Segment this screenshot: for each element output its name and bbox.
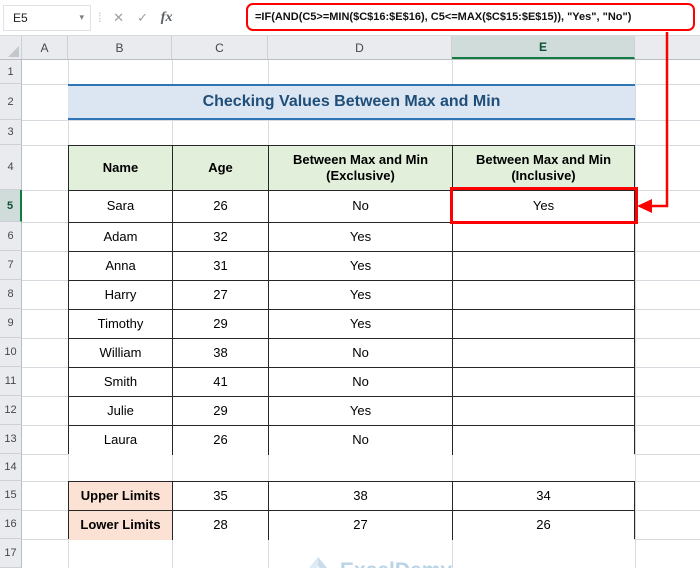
cell-D12[interactable]: Yes (269, 397, 453, 426)
row-header-10[interactable]: 10 (0, 338, 22, 367)
row-header-3[interactable]: 3 (0, 120, 22, 145)
cell-B12[interactable]: Julie (69, 397, 173, 426)
formula-bar: E5 ▾ ⁞ ✕ ✓ fx =IF(AND(C5>=MIN($C$16:$E$1… (0, 0, 700, 36)
cell-B10[interactable]: William (69, 339, 173, 368)
cell-D10[interactable]: No (269, 339, 453, 368)
row-header-7[interactable]: 7 (0, 251, 22, 280)
cell-E8[interactable] (453, 281, 634, 310)
cell-E5[interactable]: Yes (453, 191, 634, 223)
enter-icon[interactable]: ✓ (131, 5, 155, 31)
row-header-11[interactable]: 11 (0, 367, 22, 396)
cancel-icon[interactable]: ✕ (107, 5, 131, 31)
cell-C4[interactable]: Age (173, 146, 269, 191)
row-header-bar: 1 2 3 4 5 6 7 8 9 10 11 12 13 14 15 16 1… (0, 60, 22, 568)
watermark-text: ExcelDemy EXCEL · DATA · BI (340, 560, 452, 568)
main-table: Name Age Between Max and Min (Exclusive)… (68, 145, 635, 455)
cell-E12[interactable] (453, 397, 634, 426)
cell-C7[interactable]: 31 (173, 252, 269, 281)
formula-input[interactable]: =IF(AND(C5>=MIN($C$16:$E$16), C5<=MAX($C… (246, 3, 695, 31)
row-header-5[interactable]: 5 (0, 190, 22, 222)
column-header-filler (635, 36, 700, 59)
row-header-8[interactable]: 8 (0, 280, 22, 309)
cell-B11[interactable]: Smith (69, 368, 173, 397)
cell-D13[interactable]: No (269, 426, 453, 455)
cell-B15[interactable]: Upper Limits (69, 482, 173, 511)
name-box-value: E5 (13, 10, 28, 25)
sheet-title-cell[interactable]: Checking Values Between Max and Min (68, 84, 635, 120)
watermark-brand: ExcelDemy (340, 560, 452, 568)
cell-D7[interactable]: Yes (269, 252, 453, 281)
watermark: ExcelDemy EXCEL · DATA · BI (303, 557, 452, 568)
cell-E6[interactable] (453, 223, 634, 252)
exceldemy-logo-icon (308, 557, 328, 568)
cell-C13[interactable]: 26 (173, 426, 269, 455)
row-header-12[interactable]: 12 (0, 396, 22, 425)
cell-E11[interactable] (453, 368, 634, 397)
cell-C12[interactable]: 29 (173, 397, 269, 426)
cell-E9[interactable] (453, 310, 634, 339)
row-header-6[interactable]: 6 (0, 222, 22, 251)
cell-E13[interactable] (453, 426, 634, 455)
cell-B7[interactable]: Anna (69, 252, 173, 281)
column-header-D[interactable]: D (268, 36, 452, 59)
cell-D6[interactable]: Yes (269, 223, 453, 252)
cell-C10[interactable]: 38 (173, 339, 269, 368)
cell-E4[interactable]: Between Max and Min (Inclusive) (453, 146, 634, 191)
column-header-E[interactable]: E (452, 36, 635, 59)
cell-D9[interactable]: Yes (269, 310, 453, 339)
cell-B6[interactable]: Adam (69, 223, 173, 252)
cell-D15[interactable]: 38 (269, 482, 453, 511)
select-all-corner[interactable] (0, 36, 22, 59)
cell-B13[interactable]: Laura (69, 426, 173, 455)
cell-E7[interactable] (453, 252, 634, 281)
cell-B4[interactable]: Name (69, 146, 173, 191)
cell-B16[interactable]: Lower Limits (69, 511, 173, 540)
cell-D5[interactable]: No (269, 191, 453, 223)
row-header-4[interactable]: 4 (0, 145, 22, 190)
column-header-A[interactable]: A (22, 36, 68, 59)
cell-B8[interactable]: Harry (69, 281, 173, 310)
cell-D11[interactable]: No (269, 368, 453, 397)
row-header-2[interactable]: 2 (0, 84, 22, 120)
row-header-17[interactable]: 17 (0, 539, 22, 568)
cell-B5[interactable]: Sara (69, 191, 173, 223)
spreadsheet-app: E5 ▾ ⁞ ✕ ✓ fx =IF(AND(C5>=MIN($C$16:$E$1… (0, 0, 700, 568)
column-header-bar: A B C D E (0, 36, 700, 60)
limits-table: Upper Limits 35 38 34 Lower Limits 28 27… (68, 481, 635, 540)
cell-C15[interactable]: 35 (173, 482, 269, 511)
cell-D4[interactable]: Between Max and Min (Exclusive) (269, 146, 453, 191)
row-header-15[interactable]: 15 (0, 481, 22, 510)
cell-C11[interactable]: 41 (173, 368, 269, 397)
cell-C8[interactable]: 27 (173, 281, 269, 310)
column-header-C[interactable]: C (172, 36, 268, 59)
insert-function-icon[interactable]: fx (155, 5, 179, 31)
row-header-13[interactable]: 13 (0, 425, 22, 454)
chevron-down-icon[interactable]: ▾ (79, 12, 84, 23)
cell-E10[interactable] (453, 339, 634, 368)
cell-C6[interactable]: 32 (173, 223, 269, 252)
cell-E15[interactable]: 34 (453, 482, 634, 511)
cell-B9[interactable]: Timothy (69, 310, 173, 339)
row-header-16[interactable]: 16 (0, 510, 22, 539)
row-header-14[interactable]: 14 (0, 454, 22, 481)
cell-C16[interactable]: 28 (173, 511, 269, 540)
cell-D16[interactable]: 27 (269, 511, 453, 540)
name-box[interactable]: E5 ▾ (3, 4, 91, 31)
row-header-1[interactable]: 1 (0, 60, 22, 84)
cell-C5[interactable]: 26 (173, 191, 269, 223)
row-header-9[interactable]: 9 (0, 309, 22, 338)
column-header-B[interactable]: B (68, 36, 172, 59)
cell-C9[interactable]: 29 (173, 310, 269, 339)
cell-E16[interactable]: 26 (453, 511, 634, 540)
select-all-triangle-icon (8, 46, 19, 57)
sheet-grid[interactable]: Checking Values Between Max and Min Name… (22, 60, 700, 568)
cell-D8[interactable]: Yes (269, 281, 453, 310)
formula-bar-divider-icon: ⁞ (98, 10, 102, 25)
